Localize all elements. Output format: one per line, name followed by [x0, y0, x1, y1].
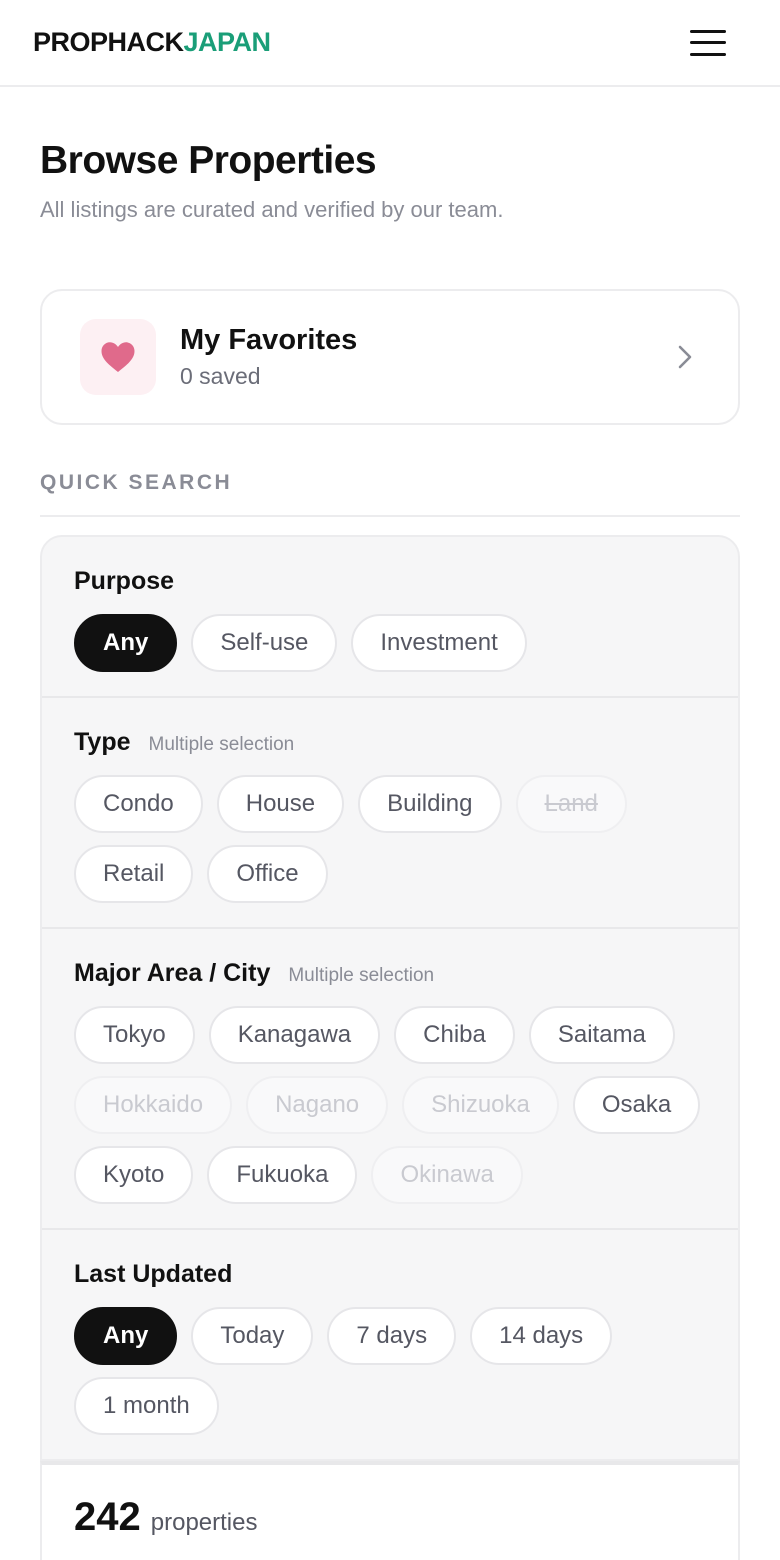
main-content: Browse Properties All listings are curat…: [0, 139, 780, 1560]
area-chip-chiba[interactable]: Chiba: [394, 1006, 515, 1064]
type-title: Type: [74, 728, 131, 756]
area-chip-hokkaido: Hokkaido: [74, 1076, 233, 1134]
type-chip-condo[interactable]: Condo: [74, 775, 203, 833]
favorites-icon-box: [80, 319, 156, 395]
area-chip-fukuoka[interactable]: Fukuoka: [207, 1146, 358, 1204]
area-filter-group: Major Area / City Multiple selection Tok…: [42, 929, 738, 1230]
purpose-chip-self-use[interactable]: Self-use: [191, 614, 338, 672]
results-count: 242: [74, 1495, 141, 1539]
area-chip-shizuoka: Shizuoka: [402, 1076, 559, 1134]
favorites-text: My Favorites 0 saved: [180, 324, 670, 390]
type-chip-building[interactable]: Building: [358, 775, 502, 833]
type-hint: Multiple selection: [148, 734, 295, 755]
type-chip-retail[interactable]: Retail: [74, 845, 194, 903]
type-chip-land: Land: [515, 775, 627, 833]
filter-panel: Purpose Any Self-use Investment Type Multi…: [40, 535, 740, 1461]
logo[interactable]: PROPHACKJAPAN: [33, 27, 271, 58]
purpose-chips: Any Self-use Investment: [74, 614, 706, 672]
updated-chips: Any Today 7 days 14 days 1 month: [74, 1307, 706, 1435]
purpose-chip-investment[interactable]: Investment: [351, 614, 527, 672]
updated-chip-14-days[interactable]: 14 days: [470, 1307, 613, 1365]
updated-chip-1-month[interactable]: 1 month: [74, 1377, 219, 1435]
logo-part-1: PROPHACK: [33, 27, 184, 57]
favorites-count: 0 saved: [180, 363, 261, 389]
purpose-filter-group: Purpose Any Self-use Investment: [42, 537, 738, 698]
area-chip-kanagawa[interactable]: Kanagawa: [208, 1006, 381, 1064]
area-chip-kyoto[interactable]: Kyoto: [74, 1146, 194, 1204]
area-chip-tokyo[interactable]: Tokyo: [74, 1006, 195, 1064]
purpose-title: Purpose: [74, 567, 175, 595]
type-chips: Condo House Building Land Retail Office: [74, 775, 706, 903]
top-header: PROPHACKJAPAN: [0, 0, 780, 87]
results-summary: 242 properties: [40, 1461, 740, 1560]
area-chip-osaka[interactable]: Osaka: [572, 1076, 701, 1134]
area-title: Major Area / City: [74, 959, 271, 987]
area-hint: Multiple selection: [288, 965, 435, 986]
favorites-title: My Favorites: [180, 324, 358, 356]
chevron-right-icon: [670, 342, 700, 372]
area-chip-saitama[interactable]: Saitama: [528, 1006, 675, 1064]
type-chip-office[interactable]: Office: [207, 845, 328, 903]
area-chips: Tokyo Kanagawa Chiba Saitama Hokkaido Nagano S…: [74, 1006, 706, 1204]
logo-part-2: JAPAN: [183, 27, 272, 57]
favorites-card[interactable]: My Favorites 0 saved: [40, 289, 740, 425]
area-chip-okinawa: Okinawa: [371, 1146, 523, 1204]
updated-chip-today[interactable]: Today: [191, 1307, 314, 1365]
purpose-chip-any[interactable]: Any: [74, 614, 178, 672]
updated-filter-group: Last Updated Any Today 7 days 14 days 1 mont…: [42, 1230, 738, 1459]
page-title: Browse Properties: [40, 139, 377, 182]
type-filter-group: Type Multiple selection Condo House Buildi…: [42, 698, 738, 929]
quick-search-label: QUICK SEARCH: [40, 471, 740, 517]
updated-chip-7-days[interactable]: 7 days: [327, 1307, 457, 1365]
page-subtitle: All listings are curated and verified by…: [40, 197, 504, 222]
results-unit: properties: [150, 1509, 258, 1536]
type-chip-house[interactable]: House: [216, 775, 345, 833]
updated-title: Last Updated: [74, 1260, 233, 1288]
area-chip-nagano: Nagano: [246, 1076, 389, 1134]
heart-icon: [101, 342, 135, 372]
hamburger-menu-icon[interactable]: [690, 29, 726, 56]
updated-chip-any[interactable]: Any: [74, 1307, 178, 1365]
